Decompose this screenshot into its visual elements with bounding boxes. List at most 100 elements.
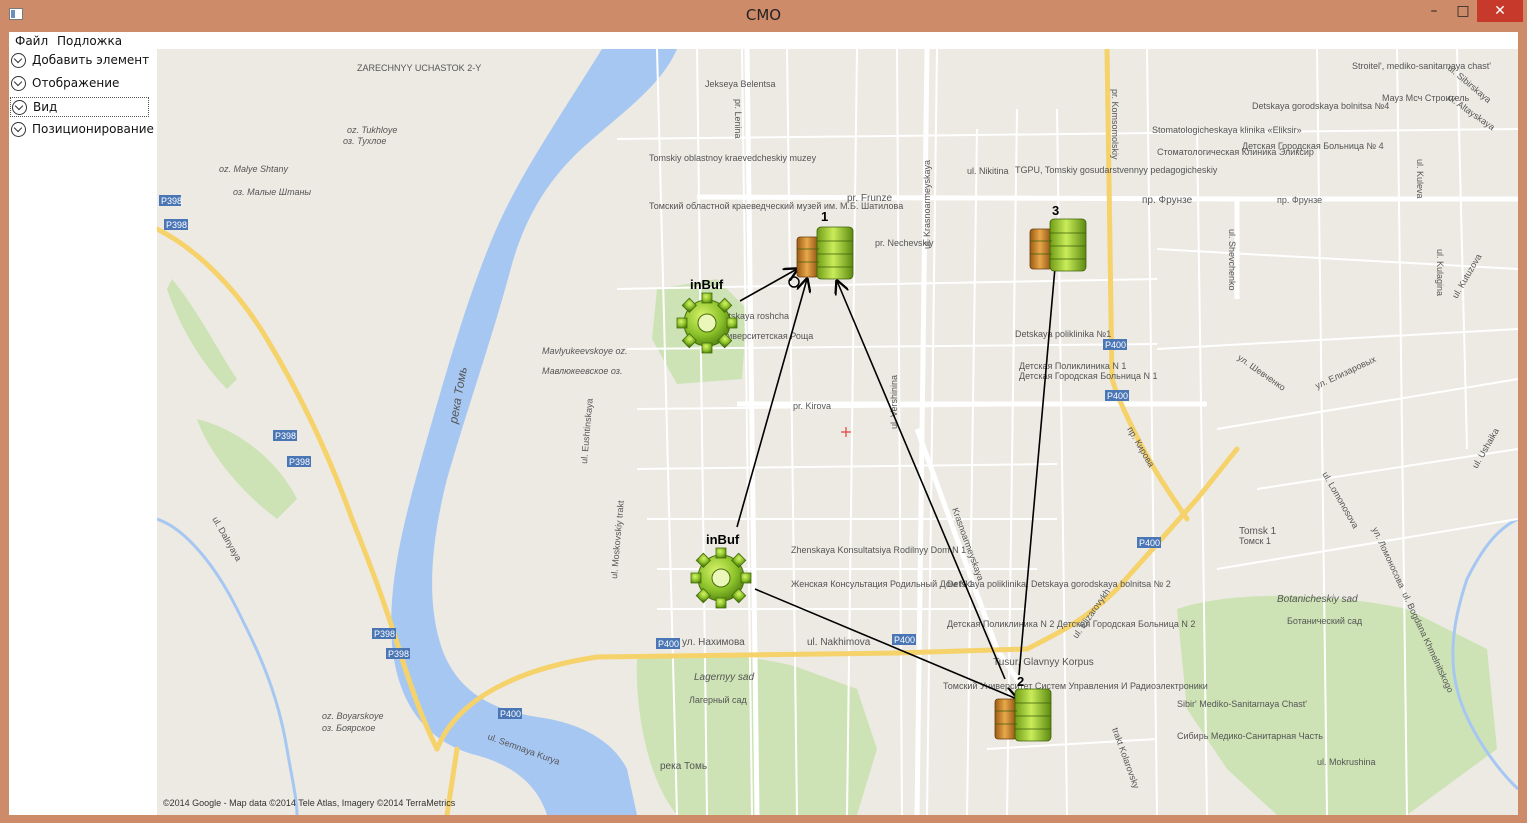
map-label: oz. Tukhloye xyxy=(347,125,397,135)
menu-underlay[interactable]: Подложка xyxy=(57,34,122,48)
shield-text: P400 xyxy=(500,709,521,719)
shield-p400: P400 xyxy=(1137,537,1161,548)
menu-file[interactable]: Файл xyxy=(15,34,48,48)
map-label: ul. Krasnoarmeyskaya xyxy=(922,160,932,249)
map-label: Tusur, Glavnyy Korpus xyxy=(993,657,1094,668)
map-label: Сибирь Медико-Санитарная Часть xyxy=(1177,731,1323,741)
map-label: оз. Боярское xyxy=(322,723,375,733)
map-label: ul. Kuleva xyxy=(1415,159,1425,199)
shield-p398: P398 xyxy=(164,219,188,230)
map-label: trakt Kolarovsky xyxy=(1110,726,1141,790)
map-label: Lagernyy sad xyxy=(694,672,754,683)
map-label: Sibir' Mediko-Sanitarnaya Chast' xyxy=(1177,699,1307,709)
node-label: 1 xyxy=(821,209,828,224)
expander-add-element[interactable]: Добавить элемент xyxy=(10,51,149,71)
map-label: Detskaya poliklinika №1 xyxy=(1015,329,1111,339)
map-label: Tomskiy oblastnoy kraevedcheskiy muzey xyxy=(649,153,817,163)
map-attribution: ©2014 Google - Map data ©2014 Tele Atlas… xyxy=(163,798,456,808)
window-title: СМО xyxy=(745,6,782,24)
map-label: Zhenskaya Konsultatsiya Rodilnyy Dom N 1 xyxy=(791,545,966,555)
map-label: ul. Elizarovykh xyxy=(1070,587,1111,640)
map-label: Stomatologicheskaya klinika «Eliksir» xyxy=(1152,125,1302,135)
map-label: ул. Елизаровых xyxy=(1314,354,1378,391)
expander-view[interactable]: Вид xyxy=(10,97,149,117)
map-label: Университетская Роща xyxy=(717,331,813,341)
chevron-down-icon xyxy=(11,76,26,91)
shield-text: P400 xyxy=(1105,340,1126,350)
map-label: оз. Малые Штаны xyxy=(233,187,311,197)
close-button[interactable]: ✕ xyxy=(1477,0,1523,22)
minimize-button[interactable]: – xyxy=(1420,0,1448,22)
map-label: ul. Vershinina xyxy=(889,375,899,429)
map-label: pr. Lenina xyxy=(733,99,743,139)
map-label: ул. Нахимова xyxy=(682,637,745,648)
map-svg[interactable]: P398 P398 P398 P398 P398 P398 P400 P400 … xyxy=(157,49,1518,815)
road-shields: P398 P398 P398 P398 P398 P398 P400 P400 … xyxy=(159,195,1161,719)
shield-p398: P398 xyxy=(372,628,396,639)
map-label: ul. Nakhimova xyxy=(807,637,871,648)
shield-text: P398 xyxy=(275,431,296,441)
chevron-down-icon xyxy=(11,53,26,68)
map-label: Лагерный сад xyxy=(689,695,747,705)
shield-text: P400 xyxy=(1139,538,1160,548)
map-label: оз. Тухлое xyxy=(343,136,386,146)
shield-p398: P398 xyxy=(273,430,297,441)
shield-p400: P400 xyxy=(498,708,522,719)
node-label: 3 xyxy=(1052,203,1059,218)
map-label: ул. Ломоносова xyxy=(1370,526,1407,590)
shield-text: P398 xyxy=(388,649,409,659)
map-label: ul. Shevchenko xyxy=(1227,229,1237,291)
map-canvas[interactable]: P398 P398 P398 P398 P398 P398 P400 P400 … xyxy=(157,49,1518,815)
map-label: река Томь xyxy=(660,761,707,772)
map-label: Детская Поликлиника N 1 xyxy=(1019,361,1126,371)
map-label: Jekseya Belentsa xyxy=(705,79,776,89)
shield-text: P398 xyxy=(161,196,182,206)
map-label: ul. Eushtinskaya xyxy=(579,398,595,464)
shield-text: P398 xyxy=(166,220,187,230)
river-branch xyxy=(157,517,299,815)
node-label: inBuf xyxy=(690,277,724,292)
map-label: ul. Kulagina xyxy=(1435,249,1445,296)
node-label: inBuf xyxy=(706,532,740,547)
map-label: ul. Mokrushina xyxy=(1317,757,1376,767)
map-label: Stroitel', mediko-sanitarnaya chast' xyxy=(1352,61,1491,71)
client-area: Файл Подложка Добавить элемент Отображен… xyxy=(9,32,1518,815)
expander-positioning[interactable]: Позиционирование xyxy=(10,120,154,140)
map-label: TGPU, Tomskiy gosudarstvennyy pedagogich… xyxy=(1015,165,1218,175)
shield-text: P398 xyxy=(289,457,310,467)
map-label: Мавлюкеевское оз. xyxy=(542,366,622,376)
map-label: Томский областной краеведческий музей им… xyxy=(649,201,903,211)
river-tom xyxy=(391,49,677,815)
map-label: ul. Dalnyaya xyxy=(210,515,243,563)
map-label: ул. Шевченко xyxy=(1236,352,1288,392)
shield-p398: P398 xyxy=(159,195,182,206)
shield-text: P400 xyxy=(1107,391,1128,401)
title-bar[interactable]: СМО – □ ✕ xyxy=(0,0,1527,32)
expander-label: Позиционирование xyxy=(32,122,154,136)
map-label: Томск 1 xyxy=(1239,536,1271,546)
buffer-node-3[interactable]: 3 xyxy=(1029,203,1087,272)
map-label: Стоматологическая Клиника Эликсир xyxy=(1157,147,1314,157)
gear-icon xyxy=(676,292,738,354)
generator-node-src2[interactable]: inBuf xyxy=(690,532,752,609)
map-label: пр. Фрунзе xyxy=(1277,195,1322,205)
shield-text: P400 xyxy=(658,639,679,649)
shield-text: P400 xyxy=(894,635,915,645)
map-label: oz. Malye Shtany xyxy=(219,164,289,174)
map-label: ZARECHNYY UCHASTOK 2-Y xyxy=(357,63,481,73)
shield-p398: P398 xyxy=(386,648,410,659)
shield-p400: P400 xyxy=(1105,390,1129,401)
map-label: ul. Lomonosova xyxy=(1320,470,1360,530)
buffer-node-1[interactable]: 1 xyxy=(796,209,854,280)
link-2-to-3[interactable] xyxy=(1018,245,1057,676)
window-frame: СМО – □ ✕ Файл Подложка Добавить элемент… xyxy=(0,0,1527,823)
map-label: Детская Городская Больница N 1 xyxy=(1019,371,1158,381)
shield-p400: P400 xyxy=(1103,339,1127,350)
map-label: oz. Boyarskoye xyxy=(322,711,384,721)
expander-display[interactable]: Отображение xyxy=(10,74,149,94)
expander-label: Вид xyxy=(33,100,58,114)
maximize-button[interactable]: □ xyxy=(1450,0,1476,22)
map-label: ul. Ushaika xyxy=(1470,426,1501,470)
map-label: pr. Kirova xyxy=(793,401,831,411)
center-crosshair xyxy=(841,427,851,437)
